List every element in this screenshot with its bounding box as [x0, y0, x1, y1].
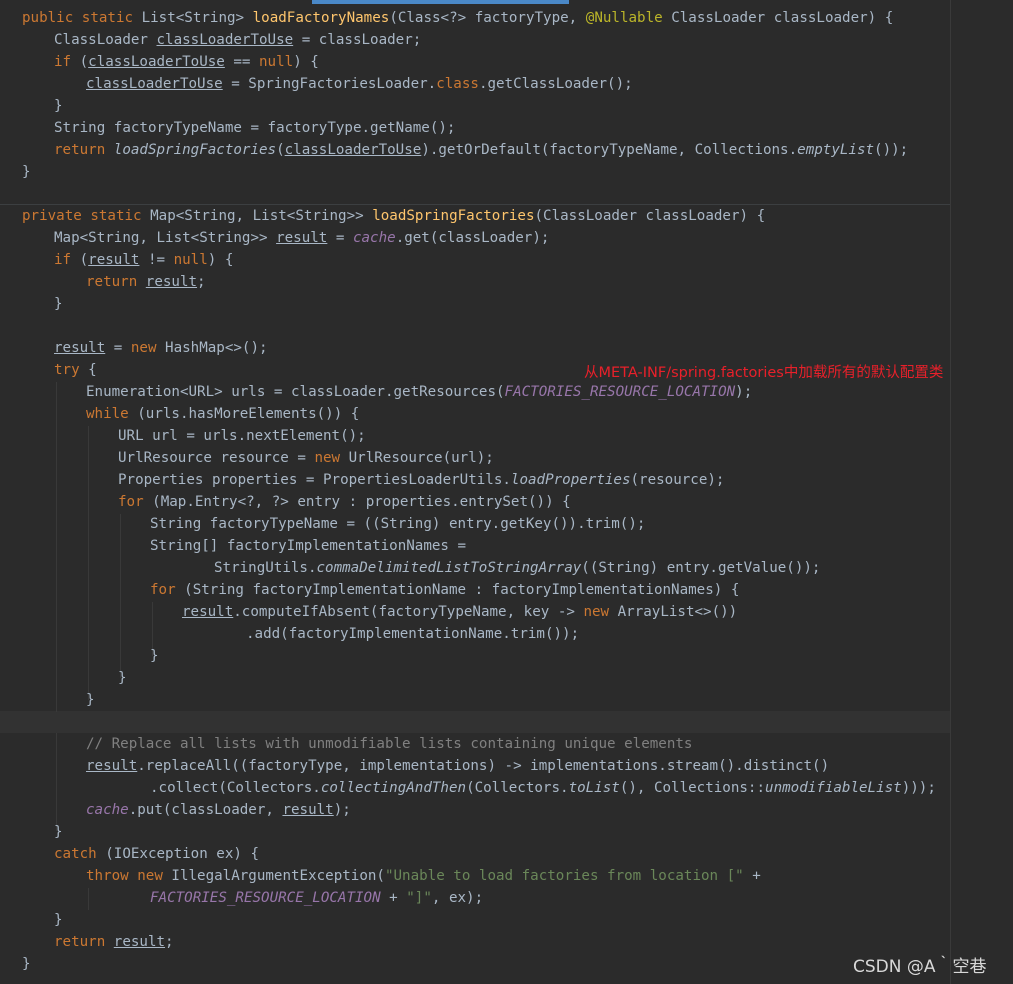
- code-line-32: result.replaceAll((factoryType, implemen…: [86, 758, 830, 774]
- code-line-36: catch (IOException ex) {: [54, 846, 259, 862]
- code-line-1: public static List<String> loadFactoryNa…: [22, 10, 894, 26]
- code-line-19: UrlResource resource = new UrlResource(u…: [118, 450, 494, 466]
- code-line-38: FACTORIES_RESOURCE_LOCATION + "]", ex);: [150, 890, 484, 906]
- code-line-10: Map<String, List<String>> result = cache…: [54, 230, 550, 246]
- code-line-14: result = new HashMap<>();: [54, 340, 268, 356]
- code-line-25: for (String factoryImplementationName : …: [150, 582, 740, 598]
- code-line-4: classLoaderToUse = SpringFactoriesLoader…: [86, 76, 633, 92]
- code-line-33: .collect(Collectors.collectingAndThen(Co…: [150, 780, 936, 796]
- code-line-8: }: [22, 164, 31, 180]
- current-line-highlight: [0, 711, 1013, 733]
- indent-guide: [88, 426, 89, 700]
- code-line-24: StringUtils.commaDelimitedListToStringAr…: [214, 560, 821, 576]
- code-line-5: }: [54, 98, 63, 114]
- indent-guide: [88, 888, 89, 910]
- indent-guide: [56, 382, 57, 712]
- code-line-39: }: [54, 912, 63, 928]
- code-line-12: return result;: [86, 274, 206, 290]
- code-line-23: String[] factoryImplementationNames =: [150, 538, 467, 554]
- code-line-22: String factoryTypeName = ((String) entry…: [150, 516, 646, 532]
- code-line-20: Properties properties = PropertiesLoader…: [118, 472, 725, 488]
- editor-scroll-area[interactable]: [951, 0, 1013, 984]
- code-line-18: URL url = urls.nextElement();: [118, 428, 366, 444]
- code-line-30: }: [86, 692, 95, 708]
- code-line-40: return result;: [54, 934, 174, 950]
- code-line-31: // Replace all lists with unmodifiable l…: [86, 736, 693, 752]
- watermark: CSDN @A｀空巷: [853, 957, 987, 977]
- code-line-37: throw new IllegalArgumentException("Unab…: [86, 868, 761, 884]
- code-line-16: Enumeration<URL> urls = classLoader.getR…: [86, 384, 753, 400]
- code-line-21: for (Map.Entry<?, ?> entry : properties.…: [118, 494, 571, 510]
- code-line-15: try {: [54, 362, 97, 378]
- indent-guide: [56, 733, 57, 831]
- code-line-41: }: [22, 956, 31, 972]
- code-line-17: while (urls.hasMoreElements()) {: [86, 406, 360, 422]
- code-line-3: if (classLoaderToUse == null) {: [54, 54, 319, 70]
- code-line-35: }: [54, 824, 63, 840]
- code-line-34: cache.put(classLoader, result);: [86, 802, 351, 818]
- code-line-28: }: [150, 648, 159, 664]
- code-line-9: private static Map<String, List<String>>…: [22, 208, 766, 224]
- code-line-7: return loadSpringFactories(classLoaderTo…: [54, 142, 909, 158]
- code-line-29: }: [118, 670, 127, 686]
- code-line-11: if (result != null) {: [54, 252, 234, 268]
- code-line-26: result.computeIfAbsent(factoryTypeName, …: [182, 604, 738, 620]
- code-editor[interactable]: public static List<String> loadFactoryNa…: [0, 0, 1013, 984]
- code-line-13: }: [54, 296, 63, 312]
- code-line-2: ClassLoader classLoaderToUse = classLoad…: [54, 32, 422, 48]
- code-line-27: .add(factoryImplementationName.trim());: [246, 626, 580, 642]
- annotation-note: 从META-INF/spring.factories中加载所有的默认配置类: [584, 365, 944, 381]
- indent-guide: [120, 514, 121, 678]
- code-line-6: String factoryTypeName = factoryType.get…: [54, 120, 456, 136]
